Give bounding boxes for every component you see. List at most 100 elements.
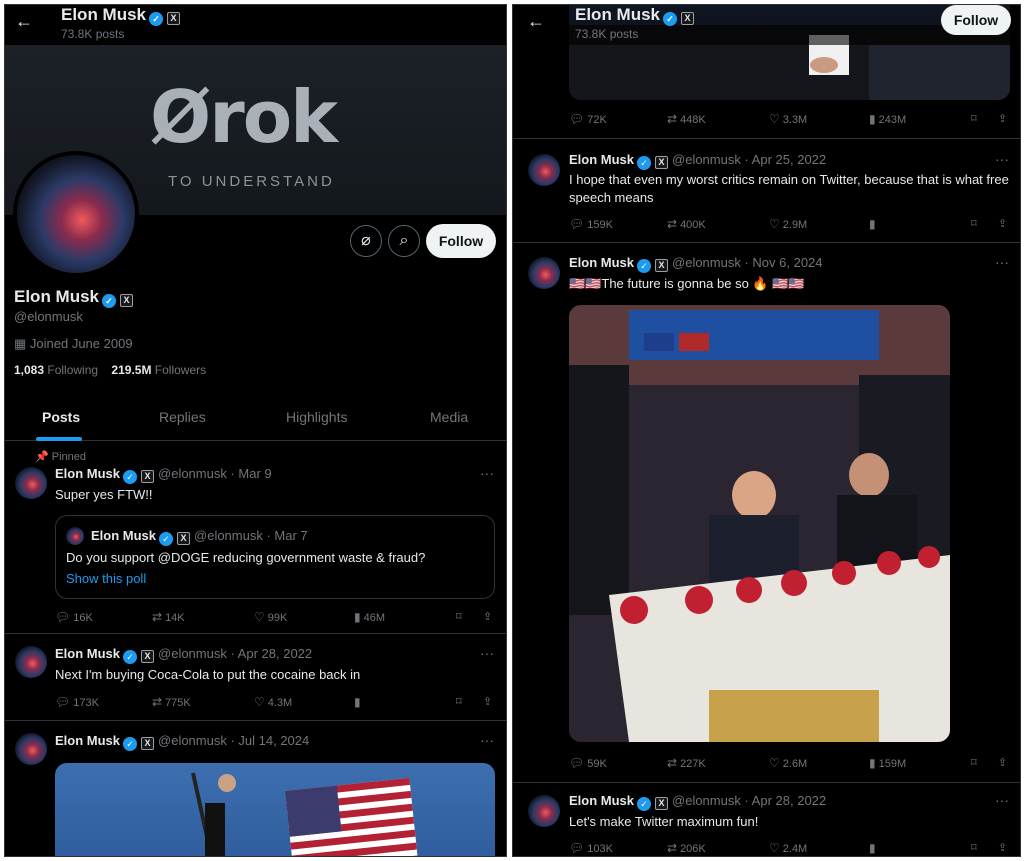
views-button[interactable]: ▮ [354, 695, 364, 709]
views-button[interactable]: ▮ [869, 841, 879, 855]
retweet-button[interactable]: ⇄ 448K [667, 112, 706, 126]
pin-icon: 📌 [35, 451, 52, 463]
follow-button[interactable]: Follow [941, 5, 1011, 35]
tweet-meta: @elonmusk · Apr 28, 2022 [672, 793, 827, 808]
share-icon[interactable]: ⇪ [998, 756, 1007, 769]
like-button[interactable]: ♡ 99K [254, 610, 287, 624]
back-arrow-icon[interactable]: ← [15, 11, 35, 31]
right-timeline-panel: ← Elon Musk ✓ X 73.8K posts Follow 💬︎ 72K ⇄… [512, 4, 1021, 857]
tweet-image[interactable] [569, 305, 950, 742]
bookmark-icon[interactable]: ⌑ [971, 112, 977, 125]
show-poll-link[interactable]: Show this poll [66, 570, 146, 588]
tab-media[interactable]: Media [430, 409, 468, 425]
more-options-icon[interactable]: ··· [480, 645, 494, 661]
heart-icon: ♡ [769, 841, 780, 855]
bookmark-icon[interactable]: ⌑ [971, 756, 977, 769]
like-button[interactable]: ♡ 2.9M [769, 217, 807, 231]
following-link[interactable]: 1,083 Following [14, 363, 98, 377]
verified-badge-icon: ✓ [123, 470, 138, 484]
search-icon[interactable]: ⌕ [388, 225, 420, 257]
tweet-avatar[interactable] [15, 646, 47, 678]
tweet[interactable]: Elon Musk ✓ X @elonmusk · Apr 28, 2022 ··· … [5, 634, 506, 721]
tweet-text: Next I'm buying Coca-Cola to put the coc… [55, 667, 361, 682]
profile-tabs: Posts Replies Highlights Media [5, 395, 506, 441]
tab-replies[interactable]: Replies [159, 409, 206, 425]
tweet-author: Elon Musk [55, 646, 121, 661]
tweet-avatar[interactable] [15, 467, 47, 499]
views-button[interactable]: ▮ [869, 217, 879, 231]
tweet-actions: 💬︎ 103K ⇄ 206K ♡ 2.4M ▮ ⌑ ⇪ [569, 841, 1010, 856]
tweet-author: Elon Musk [55, 466, 121, 481]
tab-highlights[interactable]: Highlights [286, 409, 347, 425]
bookmark-icon[interactable]: ⌑ [456, 695, 462, 708]
tweet-author: Elon Musk [569, 793, 635, 808]
reply-icon: 💬︎ [55, 610, 71, 624]
x-affiliate-icon: X [167, 12, 181, 25]
reply-button[interactable]: 💬︎ 103K [569, 841, 613, 855]
like-button[interactable]: ♡ 3.3M [769, 112, 807, 126]
verified-badge-icon: ✓ [637, 259, 652, 273]
more-options-icon[interactable]: ··· [995, 151, 1009, 167]
retweet-button[interactable]: ⇄ 14K [152, 610, 185, 624]
tweet-image[interactable] [55, 763, 495, 856]
like-button[interactable]: ♡ 4.3M [254, 695, 292, 709]
like-button[interactable]: ♡ 2.6M [769, 756, 807, 770]
verified-badge-icon: ✓ [637, 797, 652, 811]
reply-button[interactable]: 💬︎ 173K [55, 695, 99, 709]
tweet-pinned[interactable]: 📌 Pinned Elon Musk ✓ X @elonmusk · Mar 9 ··… [5, 441, 506, 634]
profile-avatar[interactable] [13, 151, 139, 277]
retweet-button[interactable]: ⇄ 400K [667, 217, 706, 231]
profile-handle: @elonmusk [14, 309, 83, 324]
share-icon[interactable]: ⇪ [998, 112, 1007, 125]
share-icon[interactable]: ⇪ [483, 610, 492, 623]
share-icon[interactable]: ⇪ [998, 217, 1007, 230]
follow-button[interactable]: Follow [426, 224, 496, 258]
posts-count: 73.8K posts [61, 27, 125, 41]
bookmark-icon[interactable]: ⌑ [971, 217, 977, 230]
more-options-icon[interactable]: ··· [480, 732, 494, 748]
tweet-avatar[interactable] [528, 154, 560, 186]
tweet[interactable]: Elon Musk ✓ X @elonmusk · Nov 6, 2024 ··· 🇺… [513, 243, 1020, 783]
grok-icon[interactable]: ⌀ [350, 225, 382, 257]
reply-button[interactable]: 💬︎ 59K [569, 756, 607, 770]
more-options-icon[interactable]: ··· [995, 254, 1009, 270]
x-affiliate-icon: X [655, 156, 669, 169]
reply-icon: 💬︎ [55, 695, 71, 709]
tweet[interactable]: Elon Musk ✓ X @elonmusk · Jul 14, 2024 ··· [5, 721, 506, 856]
share-icon[interactable]: ⇪ [998, 841, 1007, 854]
reply-button[interactable]: 💬︎ 16K [55, 610, 93, 624]
share-icon[interactable]: ⇪ [483, 695, 492, 708]
bookmark-icon[interactable]: ⌑ [971, 841, 977, 854]
tweet-avatar[interactable] [15, 733, 47, 765]
more-options-icon[interactable]: ··· [480, 465, 494, 481]
like-button[interactable]: ♡ 2.4M [769, 841, 807, 855]
back-arrow-icon[interactable]: ← [527, 11, 547, 31]
views-button[interactable]: ▮ 159M [869, 756, 906, 770]
tweet-meta: @elonmusk · Apr 28, 2022 [158, 646, 313, 661]
reply-button[interactable]: 💬︎ 159K [569, 217, 613, 231]
bookmark-icon[interactable]: ⌑ [456, 610, 462, 623]
banner-tagline: TO UNDERSTAND [168, 173, 335, 190]
tweet[interactable]: Elon Musk ✓ X @elonmusk · Apr 28, 2022 ··· … [513, 783, 1020, 856]
quoted-tweet[interactable]: Elon Musk ✓ X @elonmusk · Mar 7 Do you supp… [55, 515, 495, 599]
tweet-avatar[interactable] [528, 257, 560, 289]
posts-count: 73.8K posts [575, 27, 639, 41]
tab-posts[interactable]: Posts [42, 409, 80, 425]
retweet-button[interactable]: ⇄ 227K [667, 756, 706, 770]
views-button[interactable]: ▮ 46M [354, 610, 385, 624]
tweet-avatar[interactable] [528, 795, 560, 827]
views-button[interactable]: ▮ 243M [869, 112, 906, 126]
joined-date: Joined June 2009 [29, 336, 133, 351]
retweet-icon: ⇄ [152, 695, 163, 709]
retweet-button[interactable]: ⇄ 775K [152, 695, 191, 709]
calendar-icon: ▦ [14, 336, 30, 351]
tweet-actions: 💬︎ 59K ⇄ 227K ♡ 2.6M ▮ 159M ⌑ ⇪ [569, 756, 1010, 772]
tweet[interactable]: Elon Musk ✓ X @elonmusk · Apr 25, 2022 ··· … [513, 139, 1020, 243]
x-affiliate-icon: X [655, 259, 669, 272]
followers-link[interactable]: 219.5M Followers [111, 363, 206, 377]
reply-icon: 💬︎ [569, 217, 585, 231]
tweet-author: Elon Musk [569, 255, 635, 270]
reply-button[interactable]: 💬︎ 72K [569, 112, 607, 126]
more-options-icon[interactable]: ··· [995, 792, 1009, 808]
retweet-button[interactable]: ⇄ 206K [667, 841, 706, 855]
